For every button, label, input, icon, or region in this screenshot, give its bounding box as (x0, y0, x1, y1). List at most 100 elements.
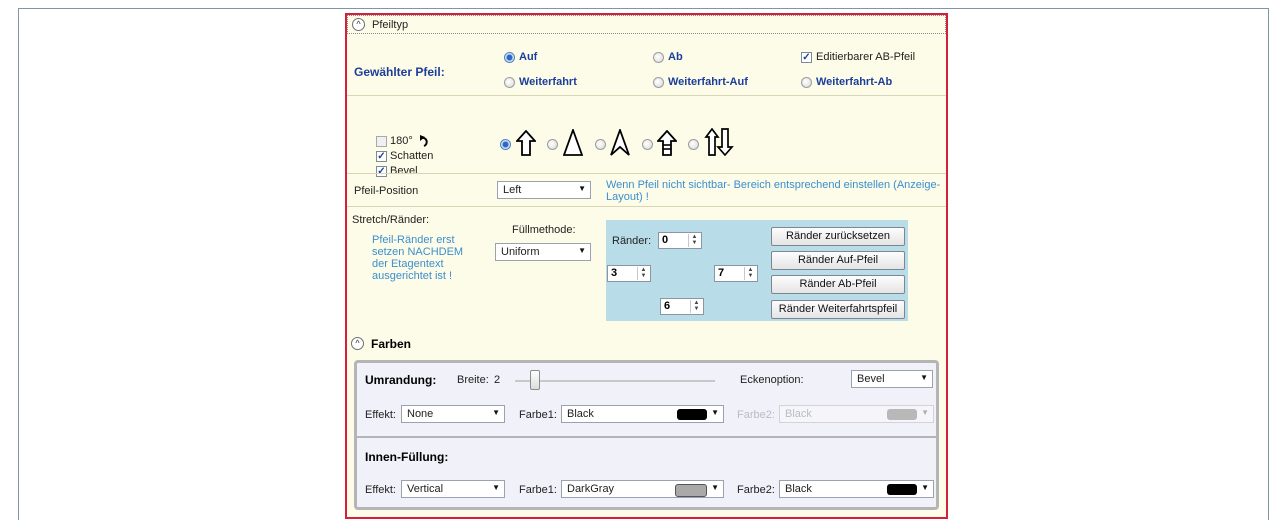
radio-weiterfahrt-auf-label: Weiterfahrt-Auf (668, 76, 748, 88)
fuellmethode-label: Füllmethode: (512, 224, 576, 236)
triangle-outline-icon[interactable] (563, 129, 583, 156)
pfeil-position-hint: Wenn Pfeil nicht sichtbar- Bereich entsp… (606, 179, 941, 203)
umrandung-farbe2-select: Black ▼ (779, 405, 934, 423)
raender-box: Ränder: 0 ▲ ▼ 3 ▲ ▼ 7 ▲ ▼ 6 ▲ ▼ Ränder zurüc… (606, 220, 908, 321)
raender-bottom-spinner[interactable]: 6 ▲ ▼ (660, 298, 704, 315)
shape-radio-2[interactable] (547, 139, 558, 150)
editierbar-checkbox[interactable]: ✓ (801, 52, 812, 63)
innen-farbe2-value: Black (785, 483, 812, 495)
umrandung-farbe2-value: Black (785, 408, 812, 420)
stretch-label: Stretch/Ränder: (352, 214, 430, 226)
rotate-180-label: 180° (390, 135, 413, 147)
radio-weiterfahrt[interactable] (504, 77, 515, 88)
eckenoption-label: Eckenoption: (740, 374, 804, 386)
chevron-down-icon: ▼ (711, 408, 719, 417)
chevron-arrow-outline-icon[interactable] (610, 129, 630, 156)
chevron-down-icon: ▼ (578, 246, 586, 255)
innen-farbe2-select[interactable]: Black ▼ (779, 480, 934, 498)
innen-fuellung-label: Innen-Füllung: (365, 450, 449, 464)
chevron-down-icon: ▼ (921, 483, 929, 492)
arrows-up-down-icon[interactable] (704, 128, 734, 156)
pfeiltyp-header[interactable]: ^ Pfeiltyp (347, 15, 946, 34)
chevron-down-icon: ▼ (492, 408, 500, 417)
schatten-label: Schatten (390, 150, 434, 162)
collapse-chevron-up-icon[interactable]: ^ (352, 18, 365, 31)
shape-radio-4[interactable] (642, 139, 653, 150)
chevron-down-icon: ▼ (578, 184, 586, 193)
raender-weiterfahrtspfeil-button[interactable]: Ränder Weiterfahrtspfeil (771, 300, 905, 319)
radio-weiterfahrt-ab-label: Weiterfahrt-Ab (816, 76, 893, 88)
farben-divider (357, 436, 936, 438)
separator (347, 173, 946, 174)
collapse-chevron-up-icon[interactable]: ^ (351, 337, 364, 350)
eckenoption-value: Bevel (857, 373, 885, 385)
umrandung-label: Umrandung: (365, 373, 437, 387)
editierbar-label: Editierbarer AB-Pfeil (816, 51, 916, 63)
raender-left-spinner[interactable]: 3 ▲ ▼ (607, 265, 651, 282)
radio-weiterfahrt-auf[interactable] (653, 77, 664, 88)
color-swatch (677, 409, 707, 420)
rotate-180-checkbox[interactable] (376, 136, 387, 147)
raender-left-value: 3 (611, 267, 618, 279)
fuellmethode-value: Uniform (501, 246, 540, 258)
farben-title: Farben (371, 337, 412, 351)
color-swatch (675, 484, 707, 497)
fuellmethode-select[interactable]: Uniform ▼ (495, 243, 591, 261)
color-swatch (887, 409, 917, 420)
chevron-down-icon: ▼ (492, 483, 500, 492)
arrow-up-barred-icon[interactable] (657, 130, 677, 156)
radio-auf[interactable] (504, 52, 515, 63)
umrandung-farbe1-value: Black (567, 408, 594, 420)
umrandung-farbe2-label: Farbe2: (737, 409, 775, 421)
stretch-hint: Pfeil-Ränder erst setzen NACHDEM der Eta… (372, 234, 464, 282)
chevron-down-icon: ▼ (920, 373, 928, 382)
rotate-icon (420, 135, 428, 147)
color-swatch (887, 484, 917, 495)
pfeiltyp-title: Pfeiltyp (372, 19, 409, 31)
separator (347, 206, 946, 207)
farben-group: Umrandung: Breite: 2 Eckenoption: Bevel … (354, 360, 939, 510)
eckenoption-select[interactable]: Bevel ▼ (851, 370, 933, 388)
pfeil-position-select[interactable]: Left ▼ (497, 181, 591, 199)
chevron-down-icon: ▼ (921, 408, 929, 417)
umrandung-farbe1-select[interactable]: Black ▼ (561, 405, 724, 423)
arrow-settings-panel: ^ Pfeiltyp Gewählter Pfeil: Auf Ab ✓ Edi… (345, 13, 948, 519)
schatten-checkbox[interactable]: ✓ (376, 151, 387, 162)
innen-farbe2-label: Farbe2: (737, 484, 775, 496)
raender-right-spinner[interactable]: 7 ▲ ▼ (714, 265, 758, 282)
umrandung-effekt-value: None (407, 408, 434, 420)
innen-effekt-label: Effekt: (365, 484, 396, 496)
spinner-arrows-icon[interactable]: ▲ ▼ (688, 234, 700, 247)
breite-slider-track[interactable] (515, 380, 715, 382)
breite-value: 2 (494, 374, 501, 386)
gewaehlter-pfeil-label: Gewählter Pfeil: (354, 65, 445, 79)
raender-top-spinner[interactable]: 0 ▲ ▼ (658, 232, 702, 249)
raender-ab-pfeil-button[interactable]: Ränder Ab-Pfeil (771, 275, 905, 294)
shape-radio-3[interactable] (595, 139, 606, 150)
pfeil-position-value: Left (503, 184, 522, 196)
spinner-arrows-icon[interactable]: ▲ ▼ (744, 267, 756, 280)
raender-label: Ränder: (612, 235, 652, 247)
spinner-arrows-icon[interactable]: ▲ ▼ (637, 267, 649, 280)
raender-zuruecksetzen-button[interactable]: Ränder zurücksetzen (771, 227, 905, 246)
bevel-checkbox[interactable]: ✓ (376, 166, 387, 177)
breite-slider-thumb[interactable] (530, 370, 540, 390)
innen-farbe1-value: DarkGray (567, 483, 615, 495)
umrandung-farbe1-label: Farbe1: (519, 409, 557, 421)
spinner-arrows-icon[interactable]: ▲ ▼ (690, 300, 702, 313)
innen-effekt-select[interactable]: Vertical ▼ (401, 480, 505, 498)
umrandung-effekt-select[interactable]: None ▼ (401, 405, 505, 423)
radio-auf-label: Auf (519, 51, 538, 63)
innen-farbe1-select[interactable]: DarkGray ▼ (561, 480, 724, 498)
raender-auf-pfeil-button[interactable]: Ränder Auf-Pfeil (771, 251, 905, 270)
raender-top-value: 0 (662, 234, 669, 246)
radio-ab[interactable] (653, 52, 664, 63)
shape-radio-1[interactable] (500, 139, 511, 150)
breite-label: Breite: (457, 374, 489, 386)
separator (347, 95, 946, 96)
shape-radio-5[interactable] (688, 139, 699, 150)
pfeil-position-label: Pfeil-Position (354, 185, 419, 197)
arrow-up-outline-icon[interactable] (516, 130, 536, 156)
radio-weiterfahrt-ab[interactable] (801, 77, 812, 88)
innen-effekt-value: Vertical (407, 483, 444, 495)
